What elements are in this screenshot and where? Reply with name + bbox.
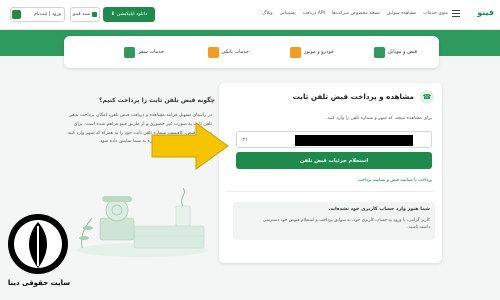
phone-number-input[interactable]: ۰۲۱ bbox=[236, 131, 432, 148]
nav-link-support[interactable]: پشتیبانی bbox=[280, 11, 296, 16]
category-vehicle[interactable]: خودرو و موتور bbox=[290, 46, 334, 58]
category-bar: قبض و موبایل خودرو و موتور خدمات بانکی خ… bbox=[64, 36, 439, 68]
nav-link-api[interactable]: دریافت API bbox=[303, 11, 325, 16]
menu-icon[interactable] bbox=[452, 10, 460, 17]
download-icon: ⬇ bbox=[110, 12, 115, 17]
category-vehicle-label: خودرو و موتور bbox=[304, 49, 334, 55]
category-banking-label: خدمات بانکی bbox=[221, 49, 249, 55]
card-title: مشاهده و پرداخت قبض تلفن ثابت bbox=[292, 92, 414, 101]
notice-title: شما هنوز وارد حساب کاربری خود نشده‌اید. bbox=[328, 207, 430, 212]
bank-icon bbox=[207, 46, 219, 58]
inquiry-submit-button[interactable]: استعلام جزئیات قبض تلفن bbox=[236, 152, 432, 169]
category-bills-label: قبض و موبایل bbox=[388, 49, 417, 55]
nav-links: منوی خدمات مشاهده سوابق نسخه مخصوص شرکت‌… bbox=[262, 11, 448, 16]
car-icon bbox=[290, 46, 302, 58]
nav-link-services[interactable]: منوی خدمات bbox=[423, 11, 448, 16]
category-travel-label: خدمات سفر bbox=[138, 49, 164, 55]
login-notice: شما هنوز وارد حساب کاربری خود نشده‌اید. … bbox=[233, 202, 435, 240]
receipt-icon bbox=[374, 46, 386, 58]
phone-illustration bbox=[76, 188, 208, 257]
redacted-number bbox=[295, 135, 413, 146]
phone-icon: ☎ bbox=[420, 90, 434, 104]
plane-icon bbox=[124, 46, 136, 58]
download-app-button[interactable]: ⬇ دانلود اپلیکیشن bbox=[103, 7, 155, 22]
wallet-label: سبد فینو bbox=[72, 12, 91, 17]
divider bbox=[227, 191, 434, 192]
category-travel[interactable]: خدمات سفر bbox=[124, 46, 164, 58]
pay-by-id-link[interactable]: پرداخت با شناسه قبض و شناسه پرداخت bbox=[358, 178, 432, 183]
inquiry-submit-label: استعلام جزئیات قبض تلفن bbox=[299, 157, 369, 164]
logo-text: سایت حقوقی دینا bbox=[7, 279, 71, 287]
brand-logo[interactable]: فینو bbox=[477, 8, 494, 17]
category-banking[interactable]: خدمات بانکی bbox=[207, 46, 249, 58]
notice-text: کاربر گرامی، با ورود به حساب کاربری خود،… bbox=[262, 218, 430, 230]
login-label: ورود | ثبت‌نام bbox=[33, 12, 61, 17]
download-app-label: دانلود اپلیکیشن bbox=[116, 12, 148, 17]
wallet-button[interactable]: سبد فینو bbox=[70, 7, 100, 22]
arrow-icon bbox=[151, 122, 229, 170]
user-icon bbox=[12, 10, 21, 19]
wallet-icon bbox=[92, 12, 98, 17]
nav-link-history[interactable]: مشاهده سوابق bbox=[387, 11, 416, 16]
bill-inquiry-card: ☎ مشاهده و پرداخت قبض تلفن ثابت برای مشا… bbox=[219, 83, 442, 263]
card-subtitle: برای مشاهده نتیجه، کد شهر و شماره تلفن ر… bbox=[326, 116, 432, 121]
nav-link-blog[interactable]: وبلاگ bbox=[262, 11, 272, 16]
top-navbar: فینو منوی خدمات مشاهده سوابق نسخه مخصوص … bbox=[0, 0, 500, 30]
nav-link-business[interactable]: نسخه مخصوص شرکت‌ها bbox=[332, 11, 380, 16]
area-code-prefix: ۰۲۱ bbox=[240, 137, 249, 143]
category-bills[interactable]: قبض و موبایل bbox=[374, 46, 417, 58]
help-title: چگونه قبض تلفن ثابت را پرداخت کنیم؟ bbox=[99, 97, 215, 104]
